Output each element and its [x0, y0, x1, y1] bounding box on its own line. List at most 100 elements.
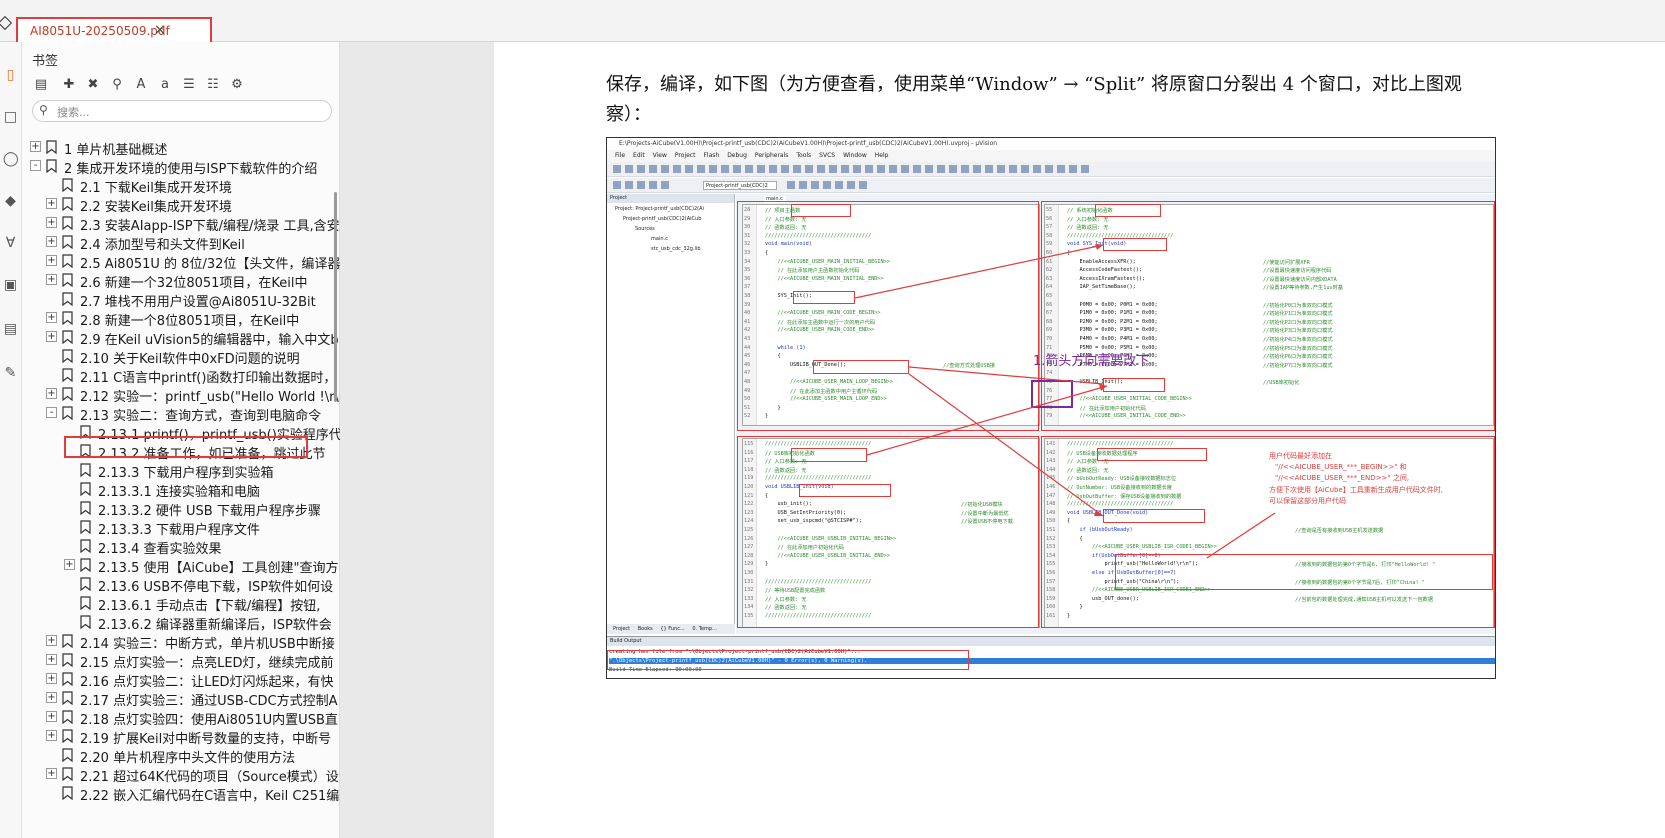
outline-icon[interactable]: ▤ — [32, 76, 50, 94]
bookmark-item[interactable]: +2.2 安装Keil集成开发环境 — [22, 195, 340, 214]
bookmark-item[interactable]: +2.4 添加型号和头文件到Keil — [22, 233, 340, 252]
bookmark-label: 2.13 实验二：查询方式，查询到电脑命令 — [80, 409, 322, 423]
bookmark-icon — [46, 140, 57, 154]
bookmark-item[interactable]: 2.20 单片机程序中头文件的使用方法 — [22, 746, 340, 765]
bookmark-item[interactable]: 2.13.6.1 手动点击【下载/编程】按钮, — [22, 594, 340, 613]
bookmark-search[interactable]: ⚲ 搜索... — [32, 100, 332, 122]
bookmark-item[interactable]: 2.11 C语言中printf()函数打印输出数据时， — [22, 366, 340, 385]
bookmark-item[interactable]: +2.5 Ai8051U 的 8位/32位【头文件，编译器 — [22, 252, 340, 271]
expand-icon[interactable]: + — [46, 654, 57, 665]
bookmark-label: 2.3 安装AIapp-ISP下载/编程/烧录 工具,含安 — [80, 219, 340, 233]
bookmark-icon — [62, 235, 73, 249]
collapse-icon[interactable]: - — [46, 407, 57, 418]
expand-icon[interactable]: + — [46, 312, 57, 323]
bookmark-icon — [80, 463, 91, 477]
expand-icon[interactable]: + — [46, 635, 57, 646]
bookmark-label: 2.13.6.1 手动点击【下载/编程】按钮, — [98, 599, 321, 613]
font-smaller-icon[interactable]: a — [156, 76, 174, 94]
diamond-icon[interactable] — [0, 15, 13, 31]
expand-icon[interactable]: + — [46, 730, 57, 741]
bookmark-item[interactable]: +2.12 实验一：printf_usb("Hello World !\r\n" — [22, 385, 340, 404]
bookmark-item[interactable]: +2.8 新建一个8位8051项目，在Keil中 — [22, 309, 340, 328]
expand-icon[interactable]: + — [46, 217, 57, 228]
bookmark-item[interactable]: +2.13.5 使用【AiCube】工具创建"查询方 — [22, 556, 340, 575]
panel-title: 书签 — [32, 54, 59, 69]
page-icon[interactable]: □ — [3, 110, 18, 125]
bookmark-item[interactable]: +2.14 实验三：中断方式，单片机USB中断接 — [22, 632, 340, 651]
bookmark-item[interactable]: - 2 集成开发环境的使用与ISP下载软件的介绍 — [22, 157, 340, 176]
expand-icon[interactable]: + — [46, 388, 57, 399]
font-larger-icon[interactable]: A — [132, 76, 150, 94]
collapse-icon[interactable]: - — [30, 160, 41, 171]
highlight-box — [64, 436, 308, 458]
collapse-all-icon[interactable]: ☷ — [204, 76, 222, 94]
bookmark-item[interactable]: 2.1 下载Keil集成开发环境 — [22, 176, 340, 195]
bookmark-item[interactable]: 2.7 堆栈不用用户设置@Ai8051U-32Bit — [22, 290, 340, 309]
bookmark-item[interactable]: +2.3 安装AIapp-ISP下载/编程/烧录 工具,含安 — [22, 214, 340, 233]
comment-icon[interactable]: ◯ — [3, 152, 19, 167]
bookmark-item[interactable]: +2.16 点灯实验二：让LED灯闪烁起来，有快 — [22, 670, 340, 689]
bookmark-item[interactable]: +2.6 新建一个32位8051项目，在Keil中 — [22, 271, 340, 290]
expand-icon[interactable]: + — [46, 768, 57, 779]
bookmark-item[interactable]: 2.13.3.1 连接实验箱和电脑 — [22, 480, 340, 499]
delete-bookmark-icon[interactable]: ✖ — [84, 76, 102, 94]
bookmark-item[interactable]: 2.10 关于Keil软件中0xFD问题的说明 — [22, 347, 340, 366]
expand-icon[interactable]: + — [46, 236, 57, 247]
bookmark-item[interactable]: 2.13.3.3 下载用户程序文件 — [22, 518, 340, 537]
bookmark-label: 2.13.5 使用【AiCube】工具创建"查询方 — [98, 561, 339, 575]
bookmark-icon — [62, 710, 73, 724]
bookmark-scrollbar[interactable] — [334, 192, 337, 402]
expand-icon[interactable]: + — [46, 255, 57, 266]
bookmark-label: 2.13.3.1 连接实验箱和电脑 — [98, 485, 260, 499]
attachment-icon[interactable]: ∀ — [3, 236, 18, 251]
lock-icon[interactable]: ▣ — [3, 278, 18, 293]
bookmark-item[interactable]: +2.9 在Keil uVision5的编辑器中，输入中文b — [22, 328, 340, 347]
find-bookmark-icon[interactable]: ⚲ — [108, 76, 126, 94]
bookmark-icon — [62, 273, 73, 287]
bookmark-label: 2.12 实验一：printf_usb("Hello World !\r\n" — [80, 390, 340, 404]
bookmark-item[interactable]: 2.13.6 USB不停电下载，ISP软件如何设 — [22, 575, 340, 594]
bookmark-icon[interactable]: ▯ — [3, 68, 18, 83]
expand-icon[interactable]: + — [46, 673, 57, 684]
expand-icon[interactable]: + — [46, 711, 57, 722]
bookmark-item[interactable]: 2.13.3.2 硬件 USB 下载用户程序步骤 — [22, 499, 340, 518]
bookmark-icon — [62, 330, 73, 344]
layers-icon[interactable]: ◆ — [3, 194, 18, 209]
bookmark-item[interactable]: +2.15 点灯实验一：点亮LED灯，继续完成前 — [22, 651, 340, 670]
bookmark-item[interactable]: +2.17 点灯实验三：通过USB-CDC方式控制A — [22, 689, 340, 708]
bookmark-item[interactable]: +2.21 超过64K代码的项目（Source模式）设 — [22, 765, 340, 784]
close-tab-icon[interactable]: × — [154, 22, 166, 38]
document-tab-title: AI8051U-20250509.pdf — [30, 24, 170, 38]
expand-icon[interactable]: + — [46, 331, 57, 342]
bookmark-label: 2.20 单片机程序中头文件的使用方法 — [80, 751, 296, 765]
bookmark-item[interactable]: 2.13.6.2 编译器重新编译后，ISP软件会 — [22, 613, 340, 632]
bookmark-label: 2.13.4 查看实验效果 — [98, 542, 222, 556]
bookmark-item[interactable]: 2.13.4 查看实验效果 — [22, 537, 340, 556]
bookmark-item[interactable]: +2.19 扩展Keil对中断号数量的支持，中断号 — [22, 727, 340, 746]
bookmark-item[interactable]: 2.13.3 下载用户程序到实验箱 — [22, 461, 340, 480]
expand-icon[interactable]: + — [30, 141, 41, 152]
expand-icon[interactable]: + — [46, 274, 57, 285]
bookmark-settings-icon[interactable]: ⚙ — [228, 76, 246, 94]
annotation-red-note: 可以保留这部分用户代码 — [1269, 497, 1346, 505]
bookmark-icon — [80, 577, 91, 591]
expand-all-icon[interactable]: ☰ — [180, 76, 198, 94]
page-paragraph: 保存，编译，如下图（为方便查看，使用菜单“Window” → “Split” 将… — [606, 74, 1462, 125]
expand-icon[interactable]: + — [46, 198, 57, 209]
add-bookmark-icon[interactable]: ✚ — [60, 76, 78, 94]
bookmark-item[interactable]: +2.18 点灯实验四：使用Ai8051U内置USB直 — [22, 708, 340, 727]
bookmark-label: 2.13.6 USB不停电下载，ISP软件如何设 — [98, 580, 334, 594]
chart-icon[interactable]: ▤ — [3, 322, 18, 337]
document-tab[interactable]: AI8051U-20250509.pdf × — [16, 17, 212, 45]
bookmark-item[interactable]: 2.22 嵌入汇编代码在C语言中，Keil C251编 — [22, 784, 340, 803]
bookmark-icon — [80, 482, 91, 496]
keil-screenshot-figure: E:\Projects-AiCube(V1.00H)\Project-print… — [606, 137, 1496, 679]
bookmark-item[interactable]: - 2.13 实验二：查询方式，查询到电脑命令 — [22, 404, 340, 423]
sign-icon[interactable]: ✎ — [3, 366, 18, 381]
bookmark-item[interactable]: +1 单片机基础概述 — [22, 138, 340, 157]
bookmark-icon — [46, 159, 57, 173]
expand-icon[interactable]: + — [46, 692, 57, 703]
bookmark-label: 2.2 安装Keil集成开发环境 — [80, 200, 232, 214]
bookmark-label: 2.11 C语言中printf()函数打印输出数据时， — [80, 371, 337, 385]
expand-icon[interactable]: + — [64, 559, 75, 570]
